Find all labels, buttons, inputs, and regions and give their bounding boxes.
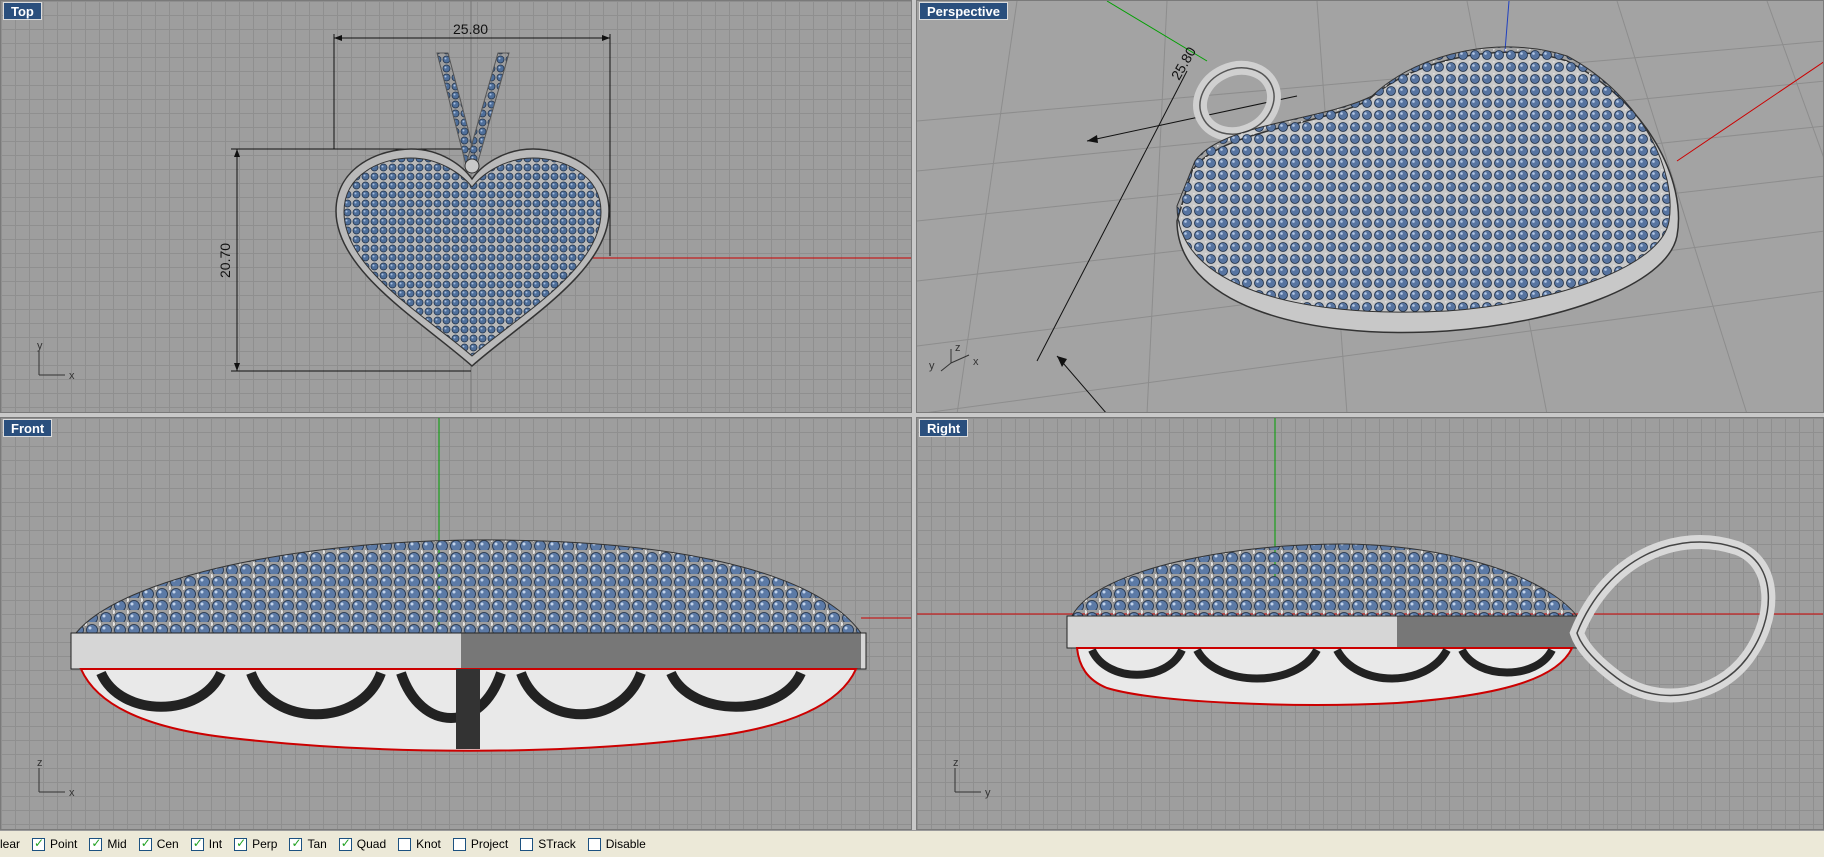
snap-checkbox-knot[interactable]: [398, 837, 412, 851]
viewport-title-right[interactable]: Right: [919, 419, 969, 437]
snap-checkbox-strack[interactable]: [520, 837, 534, 851]
gem-dome-front: [74, 539, 862, 634]
axis-label-y-right: y: [985, 787, 991, 799]
snap-item-disable[interactable]: Disable: [587, 834, 646, 854]
axis-label-y: y: [37, 340, 43, 352]
snap-item-point[interactable]: Point: [32, 834, 77, 854]
gem-dome-right: [1071, 543, 1579, 617]
axis-label-y-persp: y: [929, 360, 935, 372]
snap-label-quad: Quad: [356, 837, 387, 851]
snap-item-knot[interactable]: Knot: [398, 834, 441, 854]
snap-label-int: Int: [208, 837, 223, 851]
right-view-canvas: z y: [917, 418, 1823, 799]
front-view-canvas: z x: [37, 418, 911, 799]
dim-height-label: 20.70: [217, 243, 233, 278]
viewport-title-front[interactable]: Front: [3, 419, 53, 437]
viewport-perspective[interactable]: Perspective 25.80 y z x: [916, 0, 1824, 413]
snap-checkbox-point[interactable]: [32, 836, 46, 851]
snap-item-mid[interactable]: Mid: [89, 834, 127, 854]
snap-label-strack: STrack: [538, 837, 576, 851]
axis-label-x-front: x: [69, 787, 75, 799]
bail-loop-right: [1569, 534, 1776, 703]
snap-item-quad[interactable]: Quad: [338, 834, 387, 854]
snap-label-tan: Tan: [307, 837, 327, 851]
snap-item-int[interactable]: Int: [190, 834, 223, 854]
snap-item-strack[interactable]: STrack: [520, 834, 576, 854]
axis-label-z-right: z: [953, 757, 959, 769]
snap-label-disable: Disable: [605, 837, 646, 851]
axis-label-z-persp: z: [955, 342, 961, 354]
axis-label-z-front: z: [37, 757, 43, 769]
snap-item-clear[interactable]: lear: [0, 834, 20, 854]
snap-label-perp: Perp: [252, 837, 278, 851]
top-view-canvas: 25.80 20.70 y x: [37, 1, 911, 412]
snap-label-clear: lear: [0, 837, 21, 851]
snap-item-project[interactable]: Project: [452, 834, 509, 854]
perspective-view-canvas: 25.80 y z x: [917, 1, 1823, 412]
snap-checkbox-quad[interactable]: [338, 836, 352, 851]
heart-gems: [343, 157, 602, 357]
viewport-front[interactable]: Front z x: [0, 417, 912, 830]
viewport-right[interactable]: Right z y: [916, 417, 1824, 830]
axis-label-x: x: [69, 370, 75, 382]
snap-label-cen: Cen: [156, 837, 179, 851]
viewport-title-perspective[interactable]: Perspective: [919, 2, 1008, 20]
snap-label-mid: Mid: [107, 837, 127, 851]
osnap-statusbar: lear Point Mid Cen Int Perp Tan Quad: [0, 830, 1824, 857]
snap-checkbox-cen[interactable]: [138, 836, 152, 851]
snap-checkbox-perp[interactable]: [234, 836, 248, 851]
rhino-app-window: Top 25.80 20.70 y x Perspective 25.80 y …: [0, 0, 1824, 857]
axis-label-x-persp: x: [973, 356, 979, 368]
snap-item-cen[interactable]: Cen: [138, 834, 179, 854]
snap-label-knot: Knot: [416, 837, 441, 851]
snap-label-project: Project: [470, 837, 509, 851]
dim-width-label-persp: 25.80: [1168, 44, 1199, 83]
snap-label-point: Point: [50, 837, 78, 851]
snap-checkbox-tan[interactable]: [289, 836, 303, 851]
snap-checkbox-int[interactable]: [190, 836, 204, 851]
snap-item-tan[interactable]: Tan: [289, 834, 327, 854]
snap-checkbox-disable[interactable]: [587, 837, 601, 851]
dim-width-label: 25.80: [453, 21, 488, 37]
snap-checkbox-project[interactable]: [452, 837, 466, 851]
viewport-title-top[interactable]: Top: [3, 2, 42, 20]
snap-checkbox-mid[interactable]: [89, 836, 103, 851]
snap-item-perp[interactable]: Perp: [234, 834, 277, 854]
viewport-top[interactable]: Top 25.80 20.70 y x: [0, 0, 912, 413]
heart-gems-persp: [1176, 46, 1671, 313]
